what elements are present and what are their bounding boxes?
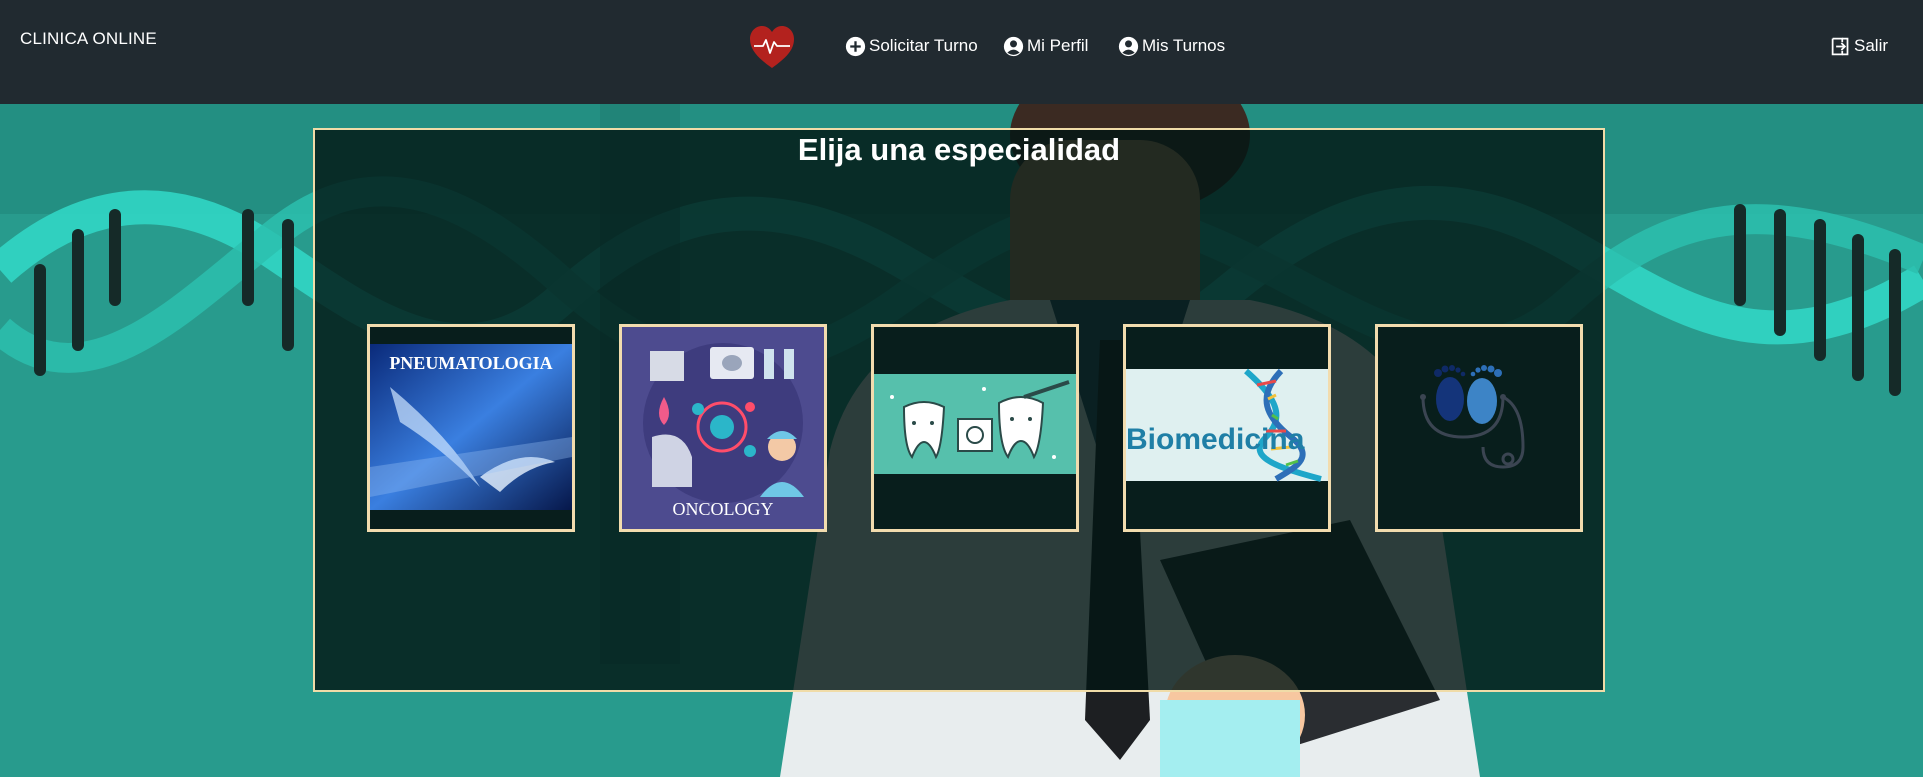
specialty-card-odontologia[interactable] xyxy=(871,324,1079,532)
nav-salir[interactable]: Salir xyxy=(1830,34,1888,58)
user-circle-icon xyxy=(1118,36,1139,56)
nav-mi-perfil[interactable]: Mi Perfil xyxy=(1003,34,1088,58)
top-navbar: CLINICA ONLINE Solicitar Turno Mi Perfil… xyxy=(0,0,1923,104)
specialty-image-text: Biomedicina xyxy=(1126,423,1305,456)
nav-salir-label: Salir xyxy=(1854,36,1889,55)
specialty-image-baby-feet xyxy=(1378,327,1580,529)
user-circle-icon xyxy=(1003,36,1024,56)
specialty-card-oncology[interactable]: ONCOLOGY xyxy=(619,324,827,532)
specialty-panel: Elija una especialidad PNEUMATOLOGIA ONC… xyxy=(313,128,1605,692)
nav-mis-turnos-label: Mis Turnos xyxy=(1142,36,1226,55)
specialty-image-teeth xyxy=(874,327,1076,529)
specialty-image-biomedicina: Biomedicina xyxy=(1126,327,1328,529)
specialty-image-pneumatologia: PNEUMATOLOGIA xyxy=(370,327,572,529)
nav-solicitar-turno[interactable]: Solicitar Turno xyxy=(845,34,978,58)
brand-name[interactable]: CLINICA ONLINE xyxy=(20,29,157,49)
page-title: Elija una especialidad xyxy=(797,132,1121,167)
specialty-card-pneumatologia[interactable]: PNEUMATOLOGIA xyxy=(367,324,575,532)
specialty-image-oncology: ONCOLOGY xyxy=(622,327,824,529)
heart-pulse-icon[interactable] xyxy=(748,24,796,70)
nav-mi-perfil-label: Mi Perfil xyxy=(1027,36,1089,55)
specialty-image-text: PNEUMATOLOGIA xyxy=(389,353,552,373)
specialty-card-biomedicina[interactable]: Biomedicina xyxy=(1123,324,1331,532)
logout-icon xyxy=(1831,37,1849,55)
plus-circle-icon xyxy=(845,36,866,56)
specialty-image-text: ONCOLOGY xyxy=(673,499,774,519)
specialty-card-pediatria[interactable] xyxy=(1375,324,1583,532)
nav-solicitar-turno-label: Solicitar Turno xyxy=(869,36,978,55)
nav-mis-turnos[interactable]: Mis Turnos xyxy=(1118,34,1225,58)
